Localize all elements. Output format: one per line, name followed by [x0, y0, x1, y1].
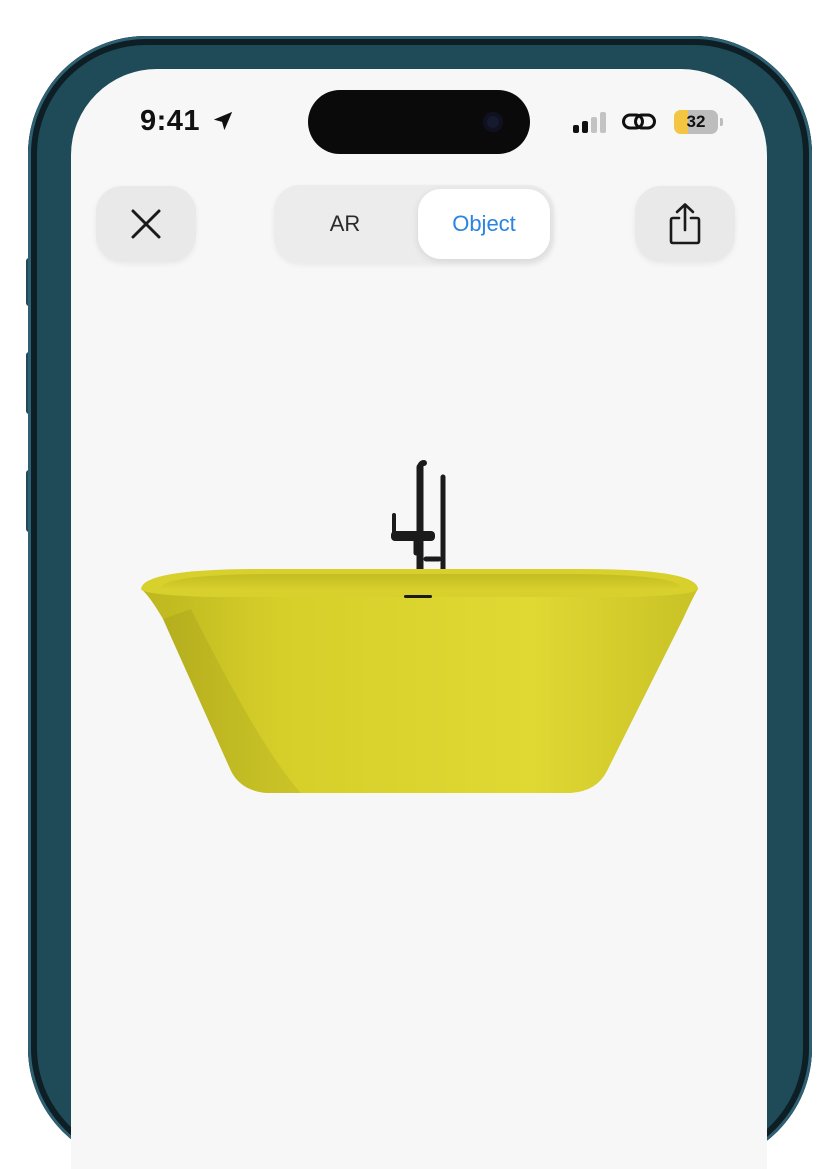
link-icon [622, 113, 656, 130]
segment-ar[interactable]: AR [278, 189, 412, 259]
location-arrow-icon [213, 111, 233, 131]
share-icon [669, 203, 701, 245]
faucet [391, 460, 446, 575]
close-icon [131, 209, 161, 239]
battery-tip [720, 118, 723, 126]
front-camera [483, 112, 503, 132]
bathtub-model[interactable] [71, 449, 767, 809]
battery-level: 32 [686, 112, 706, 131]
phone-screen: 9:41 32 AR Object [71, 69, 767, 1169]
status-time: 9:41 [140, 105, 201, 137]
close-button[interactable] [96, 186, 196, 262]
cellular-signal-icon [573, 111, 607, 133]
share-button[interactable] [635, 186, 735, 262]
view-mode-segmented-control: AR Object [274, 185, 554, 263]
battery-indicator: 32 [674, 110, 718, 134]
segment-object[interactable]: Object [418, 189, 550, 259]
dynamic-island [308, 90, 530, 154]
status-bar: 9:41 32 [71, 69, 767, 179]
